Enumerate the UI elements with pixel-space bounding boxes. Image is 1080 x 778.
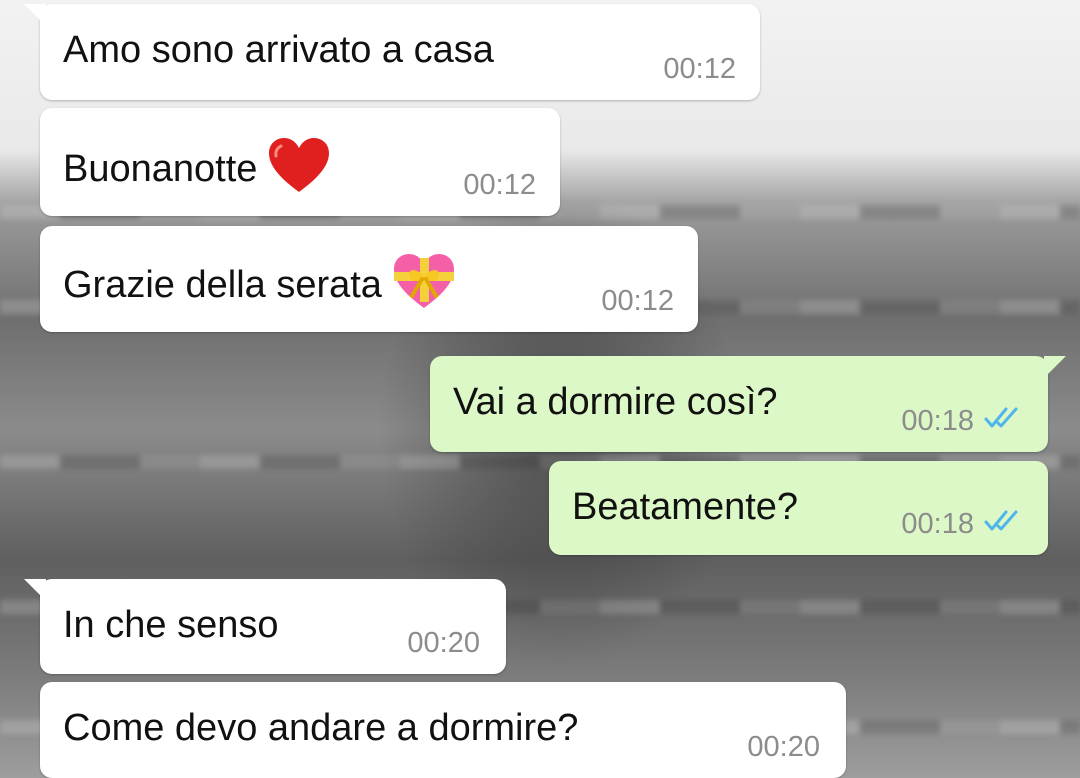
message-text: Amo sono arrivato a casa [63, 29, 494, 71]
message-bubble-outgoing[interactable]: Beatamente? 00:18 [549, 461, 1048, 555]
message-bubble-incoming[interactable]: Grazie della serata 00:12 [40, 226, 698, 332]
message-bubble-incoming[interactable]: Come devo andare a dormire? 00:20 [40, 682, 846, 778]
message-text-row: Grazie della serata [63, 252, 456, 322]
message-timestamp: 00:20 [407, 627, 480, 659]
message-text: Beatamente? [572, 486, 799, 528]
heart-with-ribbon-icon [392, 252, 456, 322]
message-bubble-incoming[interactable]: In che senso 00:20 [24, 579, 506, 674]
bubble-tail [1044, 356, 1066, 378]
read-double-check-icon [984, 407, 1018, 428]
read-double-check-icon [984, 510, 1018, 531]
bubble-tail [24, 4, 46, 26]
bubble-tail [24, 579, 46, 601]
chat-background: Amo sono arrivato a casa 00:12 Buonanott… [0, 0, 1080, 778]
message-timestamp: 00:12 [601, 285, 674, 317]
message-timestamp: 00:12 [463, 169, 536, 201]
message-text: Buonanotte [63, 148, 258, 191]
message-text: Grazie della serata [63, 264, 382, 307]
message-bubble-incoming[interactable]: Amo sono arrivato a casa 00:12 [24, 4, 760, 100]
message-timestamp: 00:18 [901, 405, 974, 437]
message-bubble-incoming[interactable]: Buonanotte 00:12 [40, 108, 560, 216]
message-timestamp: 00:12 [663, 53, 736, 85]
message-text-row: Buonanotte [63, 136, 331, 206]
message-text: Vai a dormire così? [453, 381, 778, 423]
message-bubble-outgoing[interactable]: Vai a dormire così? 00:18 [430, 356, 1066, 452]
red-heart-icon [267, 136, 331, 206]
message-text: In che senso [63, 604, 279, 646]
message-timestamp: 00:20 [747, 731, 820, 763]
message-timestamp: 00:18 [901, 508, 974, 540]
message-text: Come devo andare a dormire? [63, 707, 579, 749]
